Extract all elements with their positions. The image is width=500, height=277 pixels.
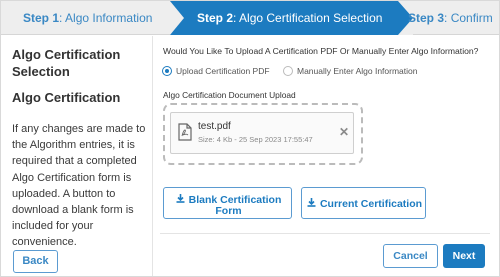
back-button[interactable]: Back: [13, 250, 58, 273]
upload-label: Algo Certification Document Upload: [163, 90, 296, 100]
download-icon: [176, 194, 185, 206]
panel-divider: [152, 36, 153, 276]
sidebar-title: Algo Certification Selection: [12, 47, 121, 79]
upload-question: Would You Like To Upload A Certification…: [163, 46, 479, 56]
step-2-label: Algo Certification Selection: [236, 11, 383, 25]
pdf-file-icon: [178, 123, 192, 146]
download-blank-form-button[interactable]: Blank Certification Form: [163, 187, 292, 219]
section-title: Algo Certification: [12, 90, 121, 105]
step-1-label: Algo Information: [62, 11, 153, 25]
step-1-number: Step 1: [23, 11, 60, 25]
remove-file-icon[interactable]: ✕: [339, 125, 349, 139]
step-1[interactable]: Step 1: Algo Information: [23, 1, 152, 35]
wizard-stepper: Step 1: Algo Information Step 2: Algo Ce…: [1, 1, 499, 35]
step-3-number: Step 3: [408, 11, 445, 25]
file-meta: Size: 4 Kb - 25 Sep 2023 17:55:47: [198, 135, 313, 144]
step-2-number: Step 2: [197, 11, 234, 25]
footer-divider: [160, 233, 490, 234]
radio-upload-pdf-label: Upload Certification PDF: [176, 66, 270, 76]
cancel-button[interactable]: Cancel: [383, 244, 438, 268]
blank-form-label-line1: Blank Certification: [188, 193, 282, 206]
step-3[interactable]: Step 3: Confirm: [408, 1, 493, 35]
blank-form-label-line2: Form: [215, 205, 242, 217]
current-certification-label: Current Certification: [319, 197, 423, 210]
file-name: test.pdf: [198, 121, 231, 132]
radio-selected-icon[interactable]: [162, 66, 172, 76]
download-icon: [307, 198, 316, 210]
radio-manual-entry-label: Manually Enter Algo Information: [297, 66, 418, 76]
step-3-label: Confirm: [447, 11, 493, 25]
sidebar-description: If any changes are made to the Algorithm…: [12, 123, 146, 249]
sidebar-panel: Algo Certification Selection Algo Certif…: [1, 36, 151, 276]
radio-unselected-icon[interactable]: [283, 66, 293, 76]
step-2[interactable]: Step 2: Algo Certification Selection: [197, 1, 382, 35]
uploaded-file-card: test.pdf Size: 4 Kb - 25 Sep 2023 17:55:…: [170, 112, 354, 154]
next-button[interactable]: Next: [443, 244, 485, 268]
current-certification-button[interactable]: Current Certification: [301, 187, 426, 219]
